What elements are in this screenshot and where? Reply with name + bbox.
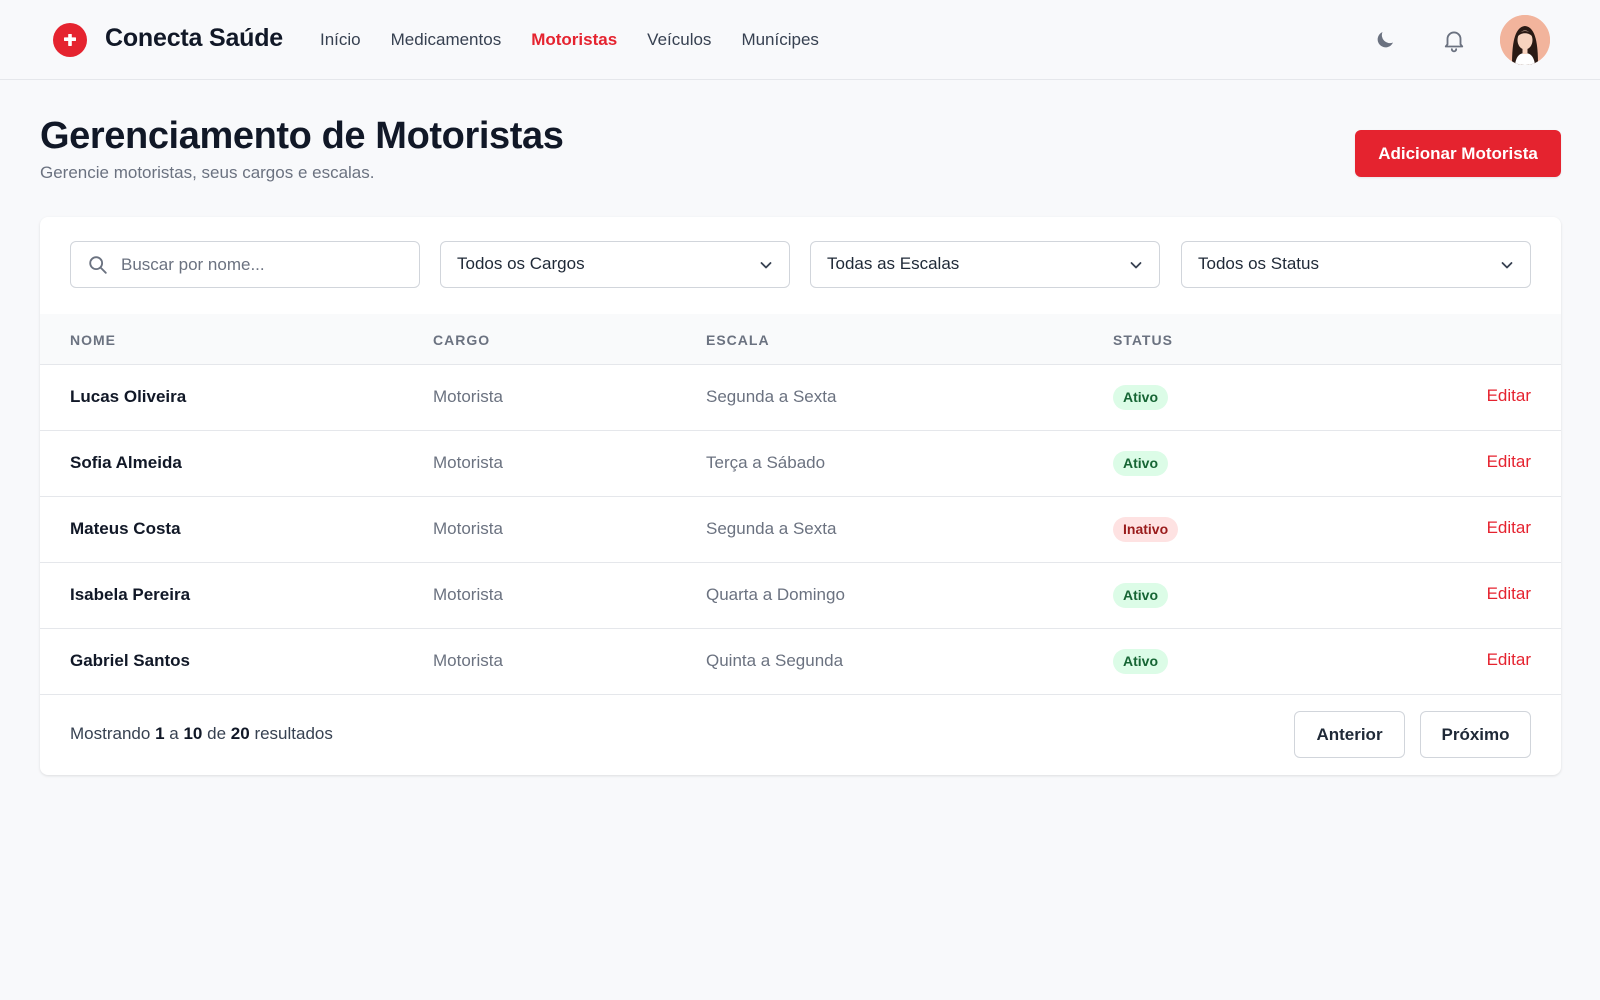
edit-link[interactable]: Editar [1487, 518, 1531, 538]
results-from: 1 [155, 724, 165, 743]
bell-icon[interactable] [1438, 24, 1470, 56]
status-badge: Ativo [1113, 583, 1168, 608]
nav-link-motoristas[interactable]: Motoristas [531, 28, 617, 52]
driver-escala: Quinta a Segunda [706, 651, 844, 670]
driver-escala: Segunda a Sexta [706, 387, 837, 406]
driver-name: Sofia Almeida [70, 453, 182, 472]
driver-name: Isabela Pereira [70, 585, 191, 604]
results-suffix: resultados [254, 724, 333, 743]
medical-cross-logo-icon[interactable] [53, 23, 87, 57]
escala-select[interactable]: Todas as Escalas [810, 241, 1160, 288]
table-body: Lucas Oliveira Motorista Segunda a Sexta… [40, 365, 1561, 695]
results-sep1: a [169, 724, 179, 743]
column-header-nome[interactable]: NOME [70, 332, 116, 348]
driver-cargo: Motorista [433, 387, 503, 406]
driver-escala: Quarta a Domingo [706, 585, 845, 604]
user-avatar[interactable] [1500, 15, 1550, 65]
search-field[interactable] [70, 241, 420, 288]
status-badge: Inativo [1113, 517, 1179, 542]
status-badge: Ativo [1113, 649, 1168, 674]
table-row: Lucas Oliveira Motorista Segunda a Sexta… [40, 365, 1561, 431]
driver-escala: Terça a Sábado [706, 453, 826, 472]
nav-link-municipes[interactable]: Munícipes [741, 28, 818, 52]
next-page-button[interactable]: Próximo [1420, 711, 1531, 758]
chevron-down-icon [1129, 258, 1143, 277]
drivers-card: Todos os Cargos Todas as Escalas Todos o… [40, 217, 1561, 775]
chevron-down-icon [759, 258, 773, 277]
results-sep2: de [207, 724, 227, 743]
status-select[interactable]: Todos os Status [1181, 241, 1531, 288]
results-to: 10 [183, 724, 203, 743]
previous-page-button[interactable]: Anterior [1294, 711, 1405, 758]
driver-name: Mateus Costa [70, 519, 181, 538]
table-footer: Mostrando 1 a 10 de 20 resultados Anteri… [40, 695, 1561, 775]
table-row: Gabriel Santos Motorista Quinta a Segund… [40, 629, 1561, 695]
page-subtitle: Gerencie motoristas, seus cargos e escal… [40, 163, 375, 182]
table-row: Sofia Almeida Motorista Terça a Sábado A… [40, 431, 1561, 497]
chevron-down-icon [1500, 258, 1514, 277]
main-nav: Início Medicamentos Motoristas Veículos … [320, 28, 849, 52]
edit-link[interactable]: Editar [1487, 452, 1531, 472]
nav-link-inicio[interactable]: Início [320, 28, 361, 52]
column-header-escala[interactable]: ESCALA [706, 332, 770, 348]
driver-escala: Segunda a Sexta [706, 519, 837, 538]
edit-link[interactable]: Editar [1487, 584, 1531, 604]
status-badge: Ativo [1113, 385, 1168, 410]
driver-cargo: Motorista [433, 651, 503, 670]
top-navbar: Conecta Saúde Início Medicamentos Motori… [0, 0, 1600, 80]
table-row: Mateus Costa Motorista Segunda a Sexta I… [40, 497, 1561, 563]
driver-name: Gabriel Santos [70, 651, 190, 670]
cargo-select-value: Todos os Cargos [457, 254, 585, 273]
status-select-value: Todos os Status [1198, 254, 1319, 273]
escala-select-value: Todas as Escalas [827, 254, 960, 273]
moon-icon[interactable] [1369, 24, 1401, 56]
add-driver-button[interactable]: Adicionar Motorista [1355, 130, 1561, 177]
cargo-select[interactable]: Todos os Cargos [440, 241, 790, 288]
nav-link-veiculos[interactable]: Veículos [647, 28, 711, 52]
table-row: Isabela Pereira Motorista Quarta a Domin… [40, 563, 1561, 629]
table-header: NOME CARGO ESCALA STATUS [40, 314, 1561, 365]
column-header-cargo[interactable]: CARGO [433, 332, 490, 348]
results-summary: Mostrando 1 a 10 de 20 resultados [70, 724, 333, 744]
filters-bar: Todos os Cargos Todas as Escalas Todos o… [70, 241, 1531, 288]
page-title: Gerenciamento de Motoristas [40, 115, 564, 157]
results-prefix: Mostrando [70, 724, 151, 743]
search-icon [87, 254, 109, 281]
results-total: 20 [230, 724, 250, 743]
nav-link-medicamentos[interactable]: Medicamentos [391, 28, 502, 52]
driver-name: Lucas Oliveira [70, 387, 187, 406]
status-badge: Ativo [1113, 451, 1168, 476]
driver-cargo: Motorista [433, 453, 503, 472]
brand-name[interactable]: Conecta Saúde [105, 24, 283, 53]
edit-link[interactable]: Editar [1487, 650, 1531, 670]
driver-cargo: Motorista [433, 519, 503, 538]
driver-cargo: Motorista [433, 585, 503, 604]
column-header-status[interactable]: STATUS [1113, 332, 1173, 348]
search-input[interactable] [121, 242, 411, 287]
edit-link[interactable]: Editar [1487, 386, 1531, 406]
